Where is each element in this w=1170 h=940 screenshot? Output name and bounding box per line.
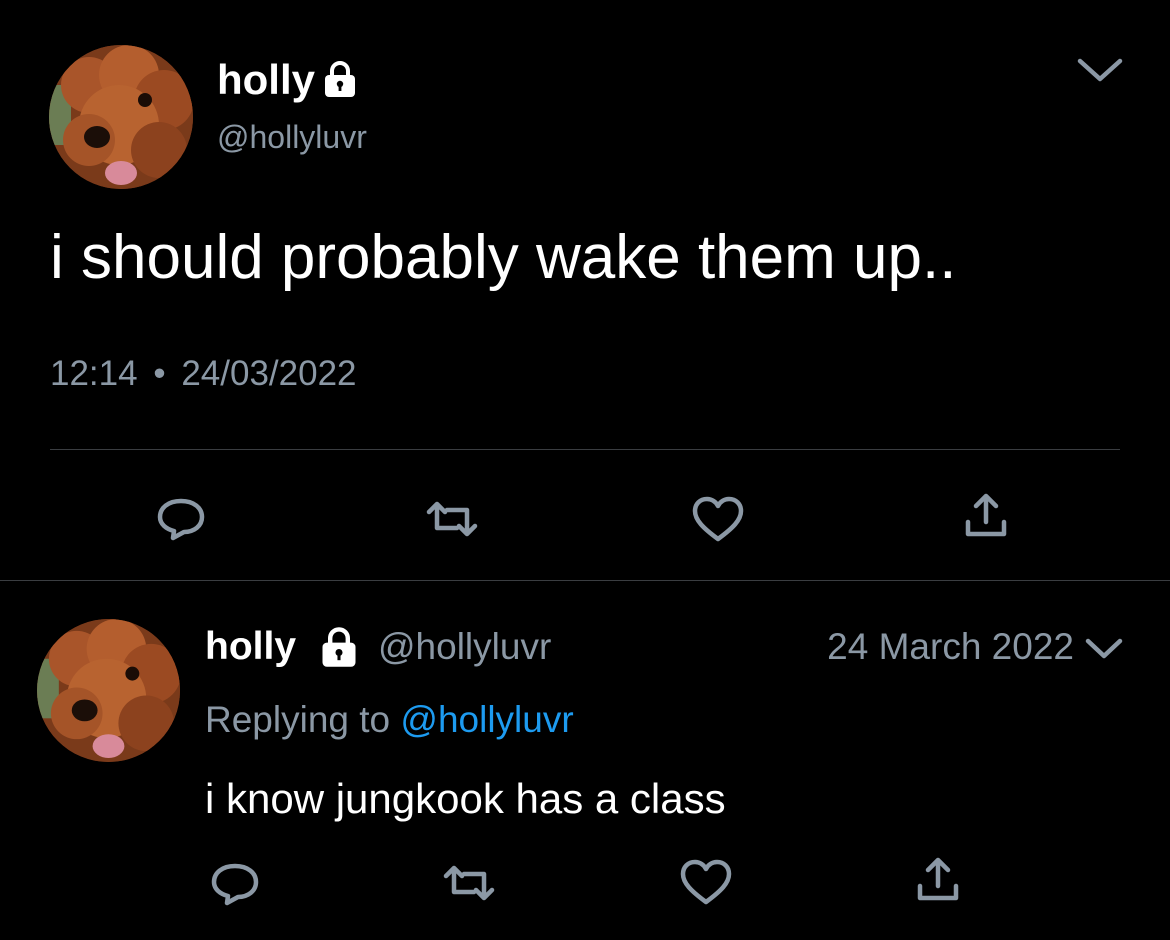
display-name[interactable]: holly <box>217 56 315 104</box>
retweet-icon[interactable] <box>423 498 481 540</box>
replying-to: Replying to @hollyluvr <box>205 698 574 742</box>
handle[interactable]: @hollyluvr <box>217 118 367 156</box>
poodle-avatar-icon <box>37 619 180 762</box>
tweet-date: 24/03/2022 <box>181 354 357 393</box>
heart-icon[interactable] <box>691 495 745 543</box>
replying-to-label: Replying to <box>205 699 391 740</box>
avatar[interactable] <box>37 619 180 762</box>
share-icon[interactable] <box>914 856 962 904</box>
lock-icon <box>317 625 361 669</box>
chevron-down-icon[interactable] <box>1076 55 1124 85</box>
handle[interactable]: @hollyluvr <box>378 625 551 669</box>
lock-icon <box>320 59 360 99</box>
tweet-text: i know jungkook has a class <box>205 775 726 822</box>
tweet-text: i should probably wake them up.. <box>50 223 957 292</box>
poodle-avatar-icon <box>49 45 193 189</box>
divider <box>0 580 1170 581</box>
replying-to-handle-link[interactable]: @hollyluvr <box>400 699 573 740</box>
display-name[interactable]: holly <box>205 625 296 669</box>
tweet-time: 12:14 <box>50 354 138 393</box>
timestamp-separator: • <box>153 354 166 393</box>
tweet-date: 24 March 2022 <box>827 626 1074 667</box>
heart-icon[interactable] <box>679 858 733 906</box>
retweet-icon[interactable] <box>440 862 498 904</box>
reply-icon[interactable] <box>155 495 207 541</box>
reply-icon[interactable] <box>209 860 261 906</box>
tweet-timestamp: 12:14 • 24/03/2022 <box>50 354 357 394</box>
chevron-down-icon[interactable] <box>1084 636 1124 662</box>
divider <box>50 449 1120 450</box>
share-icon[interactable] <box>962 492 1010 540</box>
avatar[interactable] <box>49 45 193 189</box>
